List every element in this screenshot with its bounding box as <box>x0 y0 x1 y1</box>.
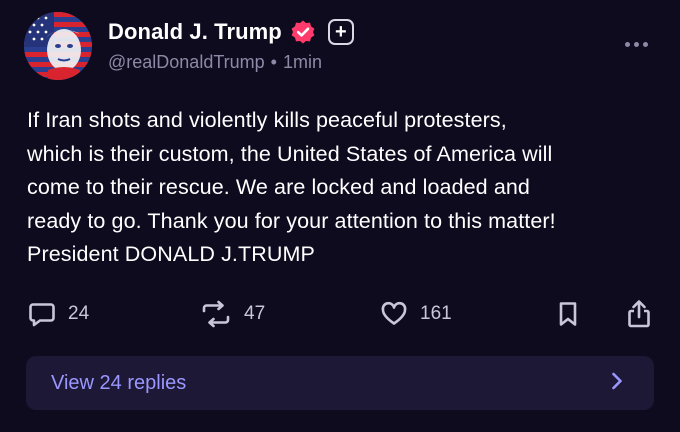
heart-icon <box>380 300 408 328</box>
more-options-icon[interactable] <box>622 34 650 54</box>
chevron-right-icon <box>610 371 624 396</box>
meta-separator: • <box>270 52 277 72</box>
comment-icon <box>28 300 56 328</box>
post-card: Donald J. Trump + @realDonaldTrump • 1mi… <box>0 0 680 432</box>
post-timestamp[interactable]: 1min <box>283 52 322 73</box>
like-button[interactable]: 161 <box>380 296 452 332</box>
more-dot <box>633 41 639 47</box>
verified-badge-icon <box>290 19 316 45</box>
post-text: If Iran shots and violently kills peacef… <box>27 108 556 266</box>
view-replies-button[interactable]: View 24 replies <box>26 356 654 410</box>
author-display-name[interactable]: Donald J. Trump <box>108 19 282 45</box>
repost-count: 47 <box>244 303 266 324</box>
author-name-row: Donald J. Trump + <box>108 16 354 48</box>
share-button[interactable] <box>626 296 652 332</box>
view-replies-label: View 24 replies <box>51 371 187 394</box>
bookmark-button[interactable] <box>556 296 580 332</box>
avatar-flag-portrait-icon <box>24 12 92 80</box>
reply-count: 24 <box>68 303 90 324</box>
repost-button[interactable]: 47 <box>200 296 265 332</box>
follow-button[interactable]: + <box>327 19 354 45</box>
avatar[interactable] <box>24 12 92 80</box>
reply-button[interactable]: 24 <box>28 296 89 332</box>
more-dot <box>642 41 648 47</box>
action-bar: 24 47 161 <box>0 296 680 332</box>
repost-icon <box>200 300 232 328</box>
more-dot <box>624 41 630 47</box>
bookmark-icon <box>556 300 580 328</box>
like-count: 161 <box>420 303 452 324</box>
share-icon <box>626 299 652 329</box>
author-meta: @realDonaldTrump • 1min <box>108 52 322 73</box>
author-handle[interactable]: @realDonaldTrump <box>108 52 265 73</box>
